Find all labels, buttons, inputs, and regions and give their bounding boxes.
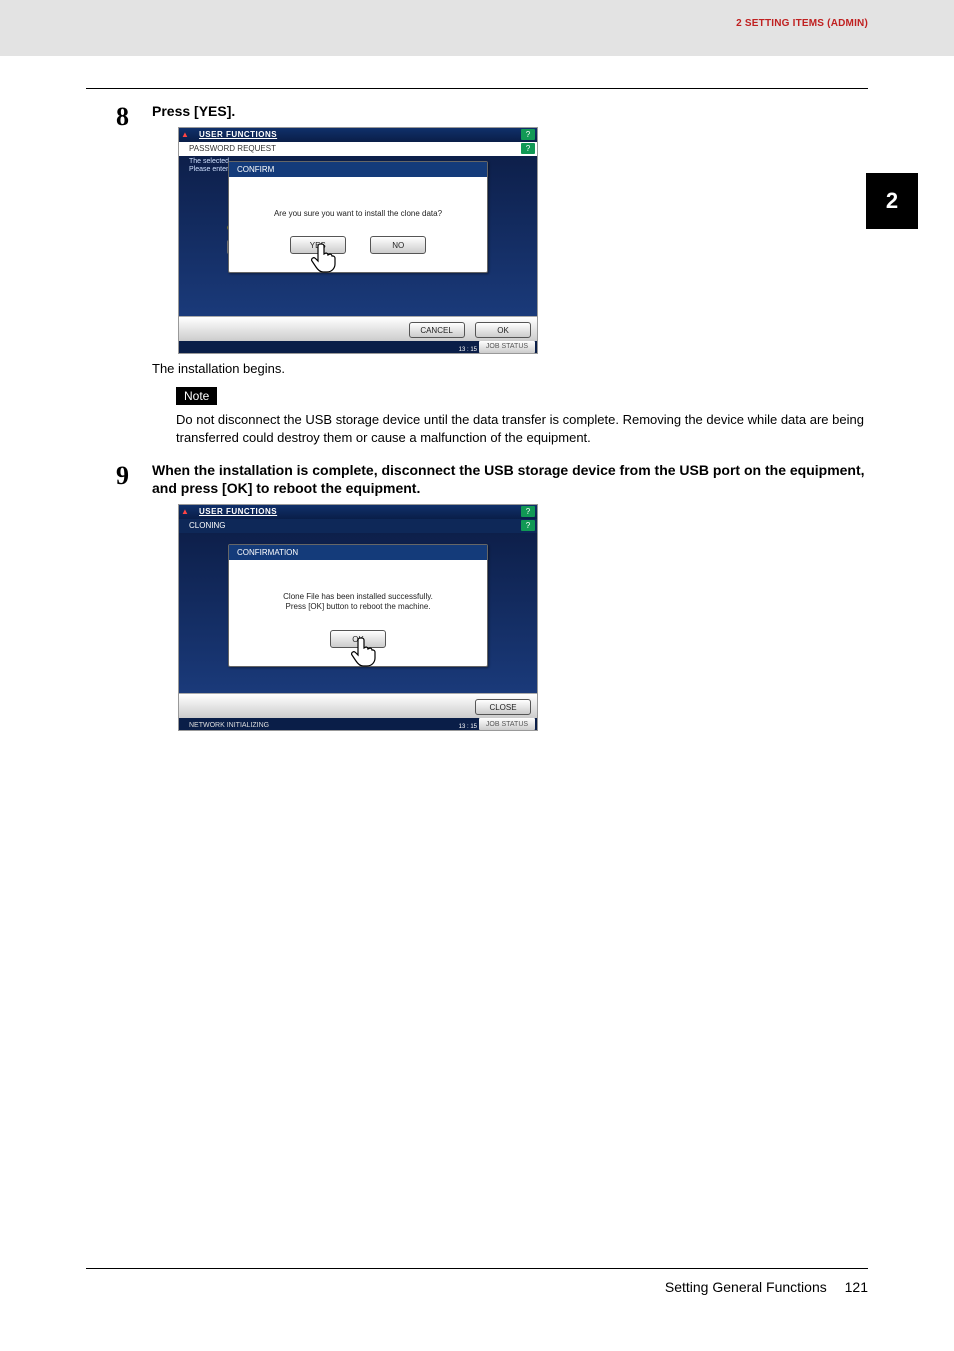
no-button[interactable]: NO [370,236,426,254]
footer-section-name: Setting General Functions [665,1279,827,1295]
header-section-label: 2 SETTING ITEMS (ADMIN) [736,18,868,29]
dialog-message: Are you sure you want to install the clo… [239,209,477,218]
screen-subtitle: CLONING [189,521,225,530]
hand-cursor-icon [308,240,340,276]
dialog-title: CONFIRMATION [229,545,487,560]
footer: Setting General Functions 121 [665,1279,868,1295]
screen-title: USER FUNCTIONS [199,507,277,516]
note-label: Note [176,387,217,405]
dialog-message: Clone File has been installed successful… [239,592,477,611]
ok-button[interactable]: OK [475,322,531,338]
status-time: 13 : 15 [459,724,477,730]
hint-text: The selected Please enter [189,158,229,173]
close-button[interactable]: CLOSE [475,699,531,715]
help-icon[interactable]: ? [521,143,535,154]
step-title: Press [YES]. [152,102,868,121]
status-time: 13 : 15 [459,347,477,353]
job-status-button[interactable]: JOB STATUS [479,341,535,353]
step-number: 8 [116,102,129,132]
logo-icon: ▲ [181,507,189,516]
screen-title: USER FUNCTIONS [199,130,277,139]
job-status-button[interactable]: JOB STATUS [479,718,535,730]
step-number: 9 [116,461,129,491]
top-rule [86,88,868,89]
step-title: When the installation is complete, disco… [152,461,868,499]
help-icon[interactable]: ? [521,520,535,531]
page-number: 121 [845,1279,868,1295]
bottom-rule [86,1268,868,1269]
screenshot-confirm-dialog: ▲ USER FUNCTIONS ? PASSWORD REQUEST ? Th… [178,127,538,354]
dialog-title: CONFIRM [229,162,487,177]
logo-icon: ▲ [181,130,189,139]
step-body-text: The installation begins. [152,360,868,378]
cancel-button[interactable]: CANCEL [409,322,465,338]
screenshot-confirmation-ok: ▲ USER FUNCTIONS ? CLONING ? CONFIRMATIO… [178,504,538,731]
note-text: Do not disconnect the USB storage device… [176,411,868,446]
screen-subtitle: PASSWORD REQUEST [189,144,276,153]
help-icon[interactable]: ? [521,506,535,517]
help-icon[interactable]: ? [521,129,535,140]
chapter-side-tab: 2 [866,173,918,229]
hand-cursor-icon [348,634,380,670]
status-message: NETWORK INITIALIZING [189,722,269,729]
